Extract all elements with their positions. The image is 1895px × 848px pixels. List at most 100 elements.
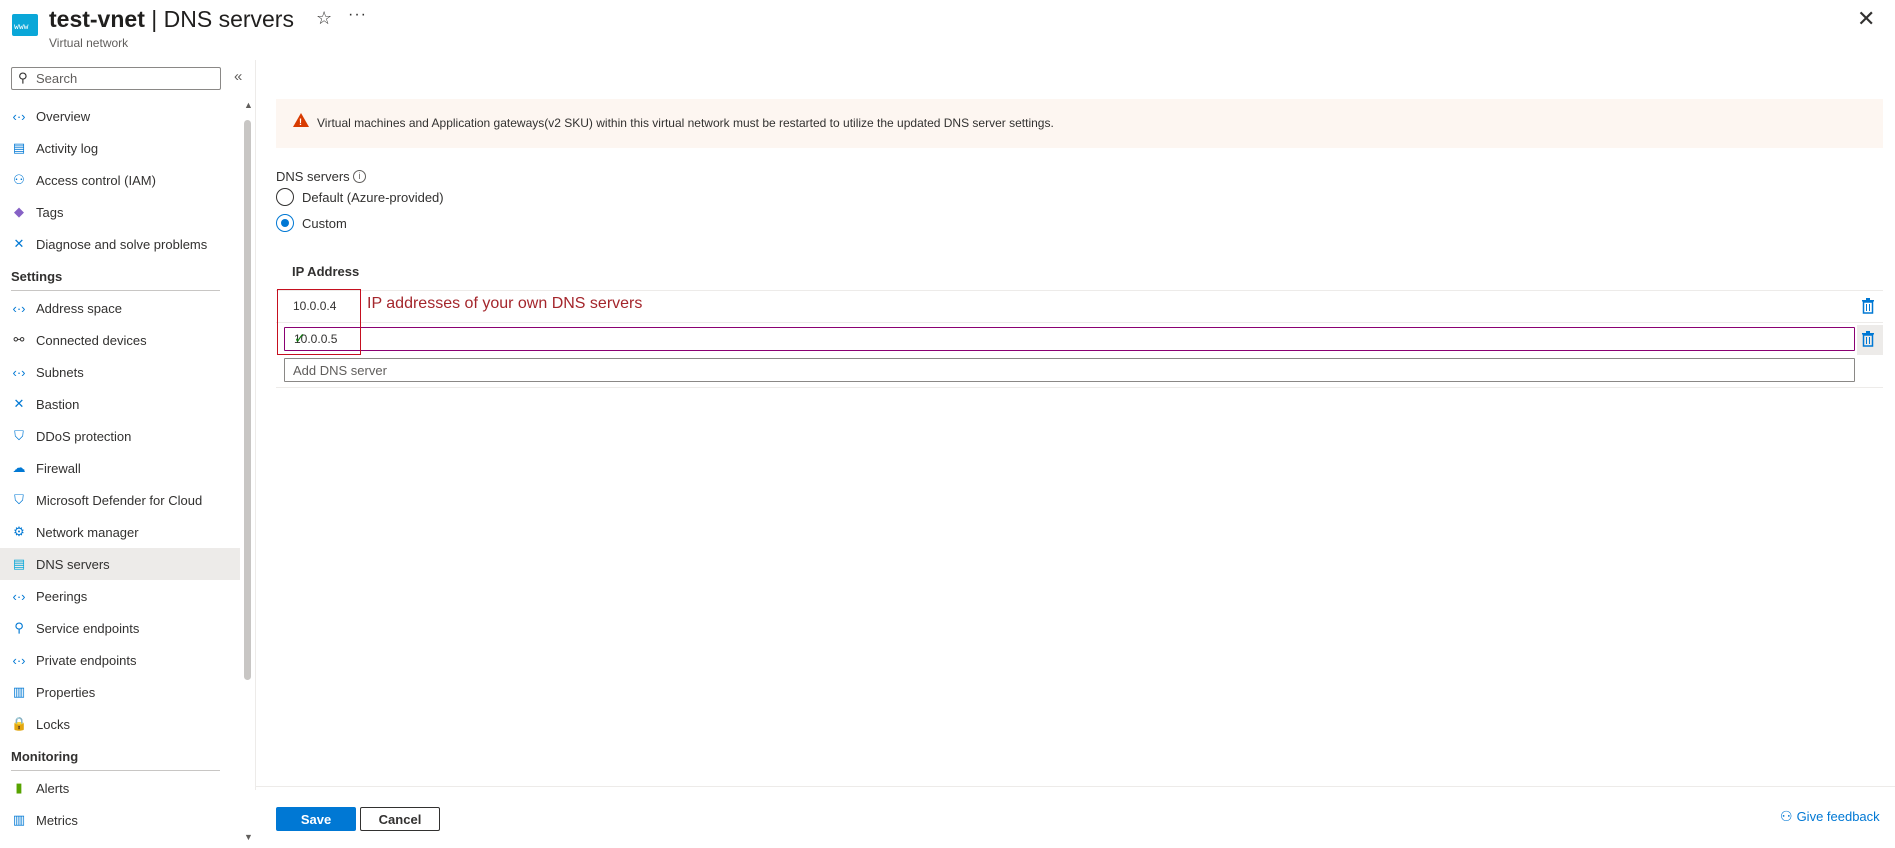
search-icon: ⚲ [18,70,28,85]
footer-divider [256,786,1895,787]
give-feedback-link[interactable]: ⚇ Give feedback [1780,808,1880,825]
sidebar-item-properties[interactable]: ▥ Properties [0,676,240,708]
dns-ip-row-2-input[interactable]: 10.0.0.5 ✓ [284,327,1855,351]
peerings-icon: ‹·› [12,588,26,604]
sidebar-item-access-control-iam[interactable]: ⚇ Access control (IAM) [0,164,240,196]
network-manager-icon: ⚙ [13,524,25,539]
properties-icon: ▥ [12,684,26,699]
delete-row-2-icon[interactable] [1861,331,1875,347]
radio-default-label: Default (Azure-provided) [302,189,444,205]
radio-default[interactable]: Default (Azure-provided) [276,187,444,207]
radio-custom-button[interactable] [276,214,294,232]
sidebar-item-private-endpoints[interactable]: ‹·› Private endpoints [0,644,240,676]
dns-servers-icon: ▤ [12,556,26,571]
page-subtitle: Virtual network [49,36,129,50]
sidebar-item-label: DDoS protection [36,428,132,444]
star-icon[interactable]: ☆ [316,8,332,29]
sidebar-item-overview[interactable]: ‹·› Overview [0,100,240,132]
sidebar-item-label: Private endpoints [36,652,137,668]
sidebar-item-peerings[interactable]: ‹·› Peerings [0,580,240,612]
sidebar-item-metrics[interactable]: ▥ Metrics [0,804,240,836]
bastion-icon: ✕ [13,396,25,411]
sidebar-item-bastion[interactable]: ✕ Bastion [0,388,240,420]
firewall-icon: ☁ [12,460,26,475]
sidebar-item-label: Access control (IAM) [36,172,156,188]
sidebar-nav: ‹·› Overview ▤ Activity log ⚇ Access control … [0,100,240,836]
search-input[interactable] [36,70,216,87]
sidebar-item-network-manager[interactable]: ⚙ Network manager [0,516,240,548]
row-divider [276,290,1883,291]
radio-default-button[interactable] [276,188,294,206]
sidebar-section-settings-label: Settings [11,269,63,284]
page-title: test-vnet | DNS servers [49,6,294,32]
add-dns-server-field[interactable] [284,358,1855,382]
warning-text: Virtual machines and Application gateway… [317,116,1054,130]
sidebar-divider [255,60,256,790]
tag-icon: ◆ [14,204,24,219]
sidebar-section-settings: Settings [0,260,240,292]
sidebar-item-locks[interactable]: 🔒 Locks [0,708,240,740]
save-button[interactable]: Save [276,807,356,831]
sidebar-item-label: Connected devices [36,332,147,348]
defender-shield-icon: ⛉ [14,492,24,507]
sidebar-item-diagnose-and-solve-problems[interactable]: ✕ Diagnose and solve problems [0,228,240,260]
address-space-icon: ‹·› [12,300,26,316]
radio-custom-label: Custom [302,215,347,231]
close-icon[interactable]: ✕ [1857,6,1875,32]
warning-banner: ! Virtual machines and Application gatew… [276,99,1883,148]
sidebar-item-label: Metrics [36,812,78,828]
sidebar-item-label: Address space [36,300,122,316]
activity-log-icon: ▤ [12,140,26,155]
sidebar-scrollbar[interactable]: ▲ ▼ [243,100,253,845]
cancel-button[interactable]: Cancel [360,807,440,831]
scroll-down-icon[interactable]: ▼ [244,832,253,842]
sidebar-item-microsoft-defender-for-cloud[interactable]: ⛉ Microsoft Defender for Cloud [0,484,240,516]
radio-custom[interactable]: Custom [276,213,347,233]
delete-row-1-icon[interactable] [1861,298,1875,314]
scroll-thumb[interactable] [244,120,251,680]
iam-icon: ⚇ [13,172,25,187]
diagnose-icon: ✕ [13,236,25,251]
sidebar-item-subnets[interactable]: ‹·› Subnets [0,356,240,388]
sidebar-item-label: Properties [36,684,96,700]
sidebar-search[interactable]: ⚲ [11,67,221,90]
sidebar-item-label: Tags [36,204,64,220]
blade-header: www test-vnet | DNS servers Virtual netw… [0,0,1895,60]
overview-icon: ‹·› [12,108,26,124]
sidebar-item-label: Diagnose and solve problems [36,236,208,252]
info-icon[interactable]: i [353,170,366,183]
sidebar-item-label: Bastion [36,396,80,412]
annotation-text: IP addresses of your own DNS servers [367,295,643,312]
scroll-up-icon[interactable]: ▲ [244,100,253,110]
connected-devices-icon: ⚯ [13,332,25,347]
sidebar-item-alerts[interactable]: ▮ Alerts [0,772,240,804]
sidebar-item-dns-servers[interactable]: ▤ DNS servers [0,548,240,580]
alerts-icon: ▮ [15,780,23,795]
sidebar-item-ddos-protection[interactable]: ⛉ DDoS protection [0,420,240,452]
sidebar-item-label: Peerings [36,588,88,604]
sidebar-item-label: Microsoft Defender for Cloud [36,492,203,508]
metrics-icon: ▥ [12,812,26,827]
sidebar-item-label: DNS servers [36,556,110,572]
sidebar-item-label: Network manager [36,524,139,540]
sidebar-item-service-endpoints[interactable]: ⚲ Service endpoints [0,612,240,644]
collapse-sidebar-icon[interactable]: « [234,68,242,85]
add-dns-server-input[interactable] [293,362,1793,378]
service-endpoints-icon: ⚲ [14,620,24,635]
sidebar-item-label: Activity log [36,140,99,156]
row-divider [276,322,1883,323]
ddos-shield-icon: ⛉ [14,428,24,443]
sidebar-item-firewall[interactable]: ☁ Firewall [0,452,240,484]
sidebar-item-address-space[interactable]: ‹·› Address space [0,292,240,324]
sidebar-item-connected-devices[interactable]: ⚯ Connected devices [0,324,240,356]
sidebar-item-tags[interactable]: ◆ Tags [0,196,240,228]
ip-address-column-header: IP Address [292,264,360,279]
sidebar-item-label: Locks [36,716,70,732]
annotation-box [277,289,361,355]
sidebar-item-label: Alerts [36,780,70,796]
subnets-icon: ‹·› [12,364,26,380]
more-icon[interactable]: ··· [348,6,367,24]
sidebar-item-activity-log[interactable]: ▤ Activity log [0,132,240,164]
sidebar-item-label: Service endpoints [36,620,140,636]
sidebar-item-label: Overview [36,108,91,124]
